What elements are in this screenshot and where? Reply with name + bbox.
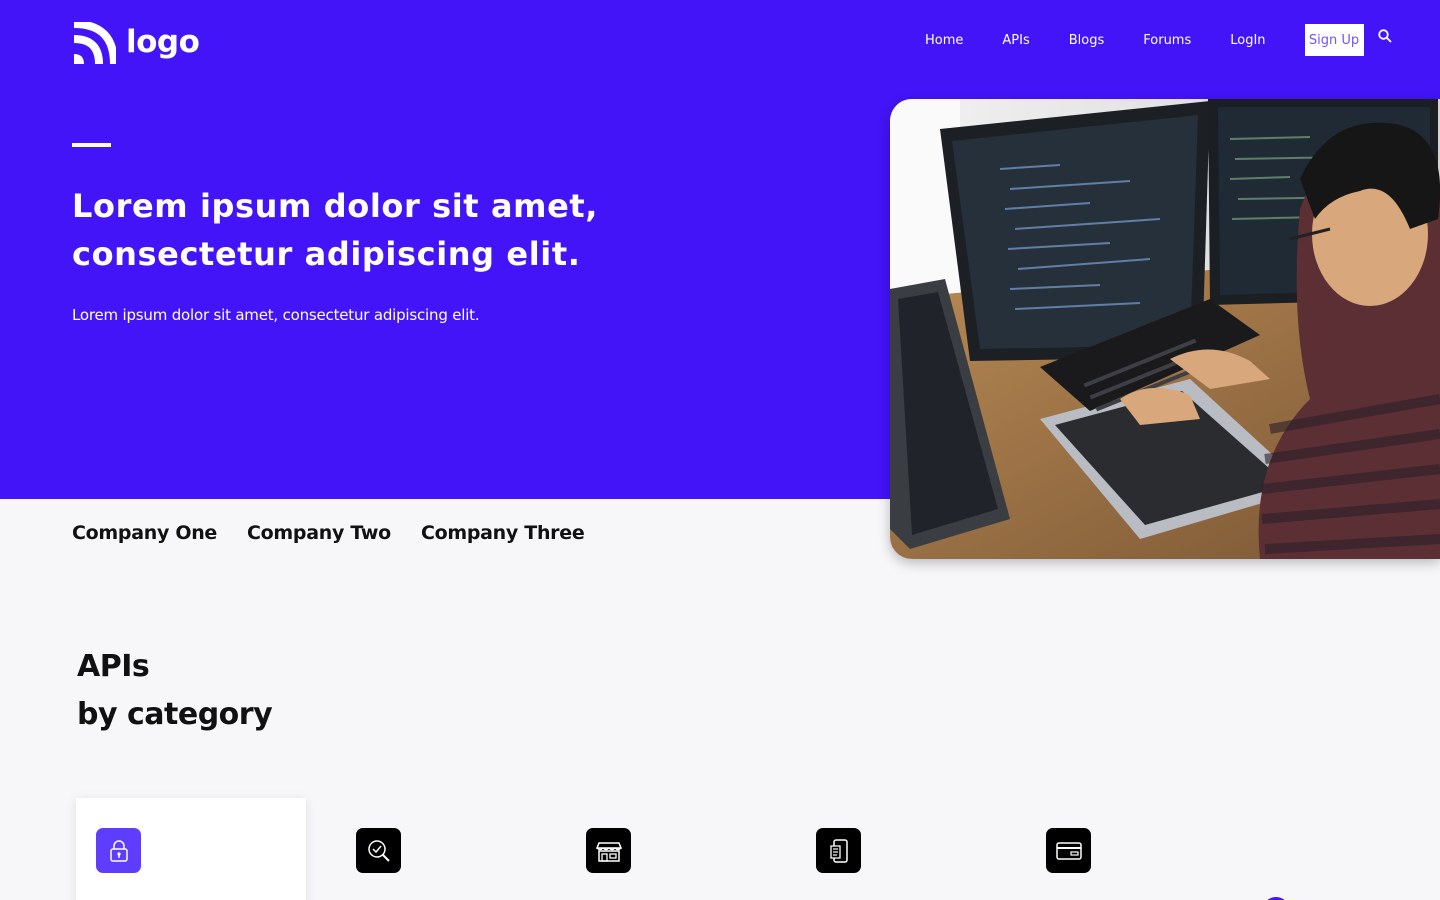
category-security[interactable] [96, 828, 141, 873]
hero-subtitle: Lorem ipsum dolor sit amet, consectetur … [72, 306, 480, 324]
main-nav: Home APIs Blogs Forums LogIn Sign Up [925, 24, 1364, 56]
signup-button[interactable]: Sign Up [1304, 24, 1364, 56]
company-one: Company One [72, 522, 218, 544]
hero-title-line2: consectetur adipiscing elit. [72, 235, 581, 273]
nav-forums[interactable]: Forums [1143, 33, 1191, 48]
magnifier-check-icon [367, 839, 390, 862]
company-logos: Company One Company Two Company Three [72, 522, 585, 544]
section-title: APIs by category [77, 643, 273, 739]
category-commerce[interactable] [586, 828, 631, 873]
category-search[interactable] [356, 828, 401, 873]
section-title-line1: APIs [77, 649, 150, 684]
hero-photo [890, 99, 1440, 559]
nav-home[interactable]: Home [925, 33, 963, 48]
category-payments[interactable] [1046, 828, 1091, 873]
section-title-line2: by category [77, 697, 273, 732]
search-icon[interactable] [1377, 28, 1393, 44]
credit-card-icon [1055, 841, 1082, 860]
accent-line [72, 143, 111, 147]
nav-apis[interactable]: APIs [1002, 33, 1029, 48]
mobile-document-icon [829, 838, 848, 863]
category-mobile[interactable] [816, 828, 861, 873]
hero-title: Lorem ipsum dolor sit amet, consectetur … [72, 182, 712, 278]
company-two: Company Two [247, 522, 391, 544]
hero-title-line1: Lorem ipsum dolor sit amet, [72, 187, 599, 225]
nav-blogs[interactable]: Blogs [1069, 33, 1105, 48]
logo[interactable]: logo [72, 22, 200, 66]
lock-icon [109, 839, 128, 862]
logo-text: logo [126, 24, 200, 60]
company-three: Company Three [420, 522, 585, 544]
storefront-icon [595, 841, 622, 862]
logo-mark-icon [73, 22, 116, 65]
nav-login[interactable]: LogIn [1230, 33, 1265, 48]
